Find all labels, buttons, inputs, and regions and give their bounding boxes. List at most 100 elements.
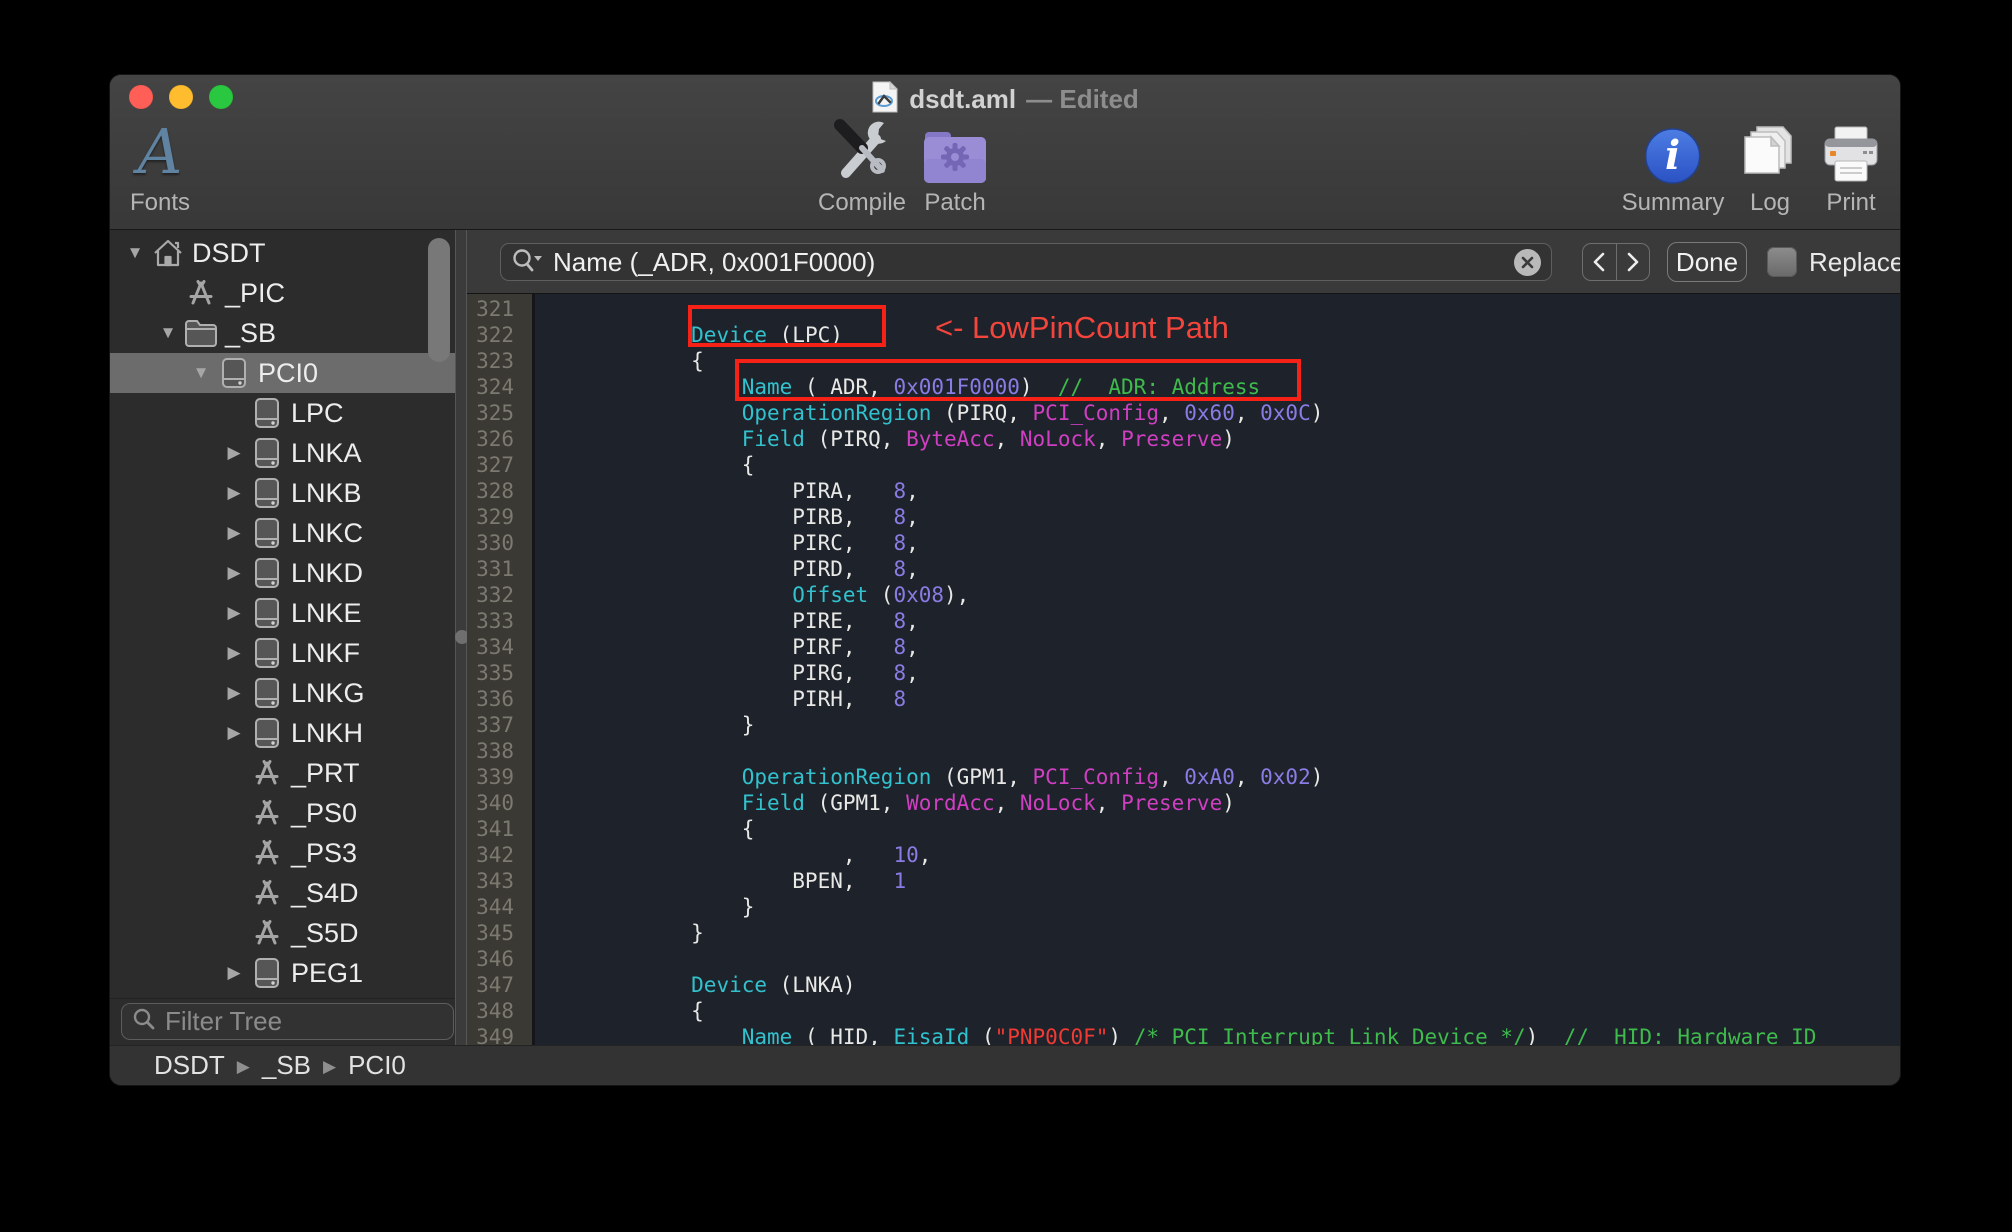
prev-icon[interactable] [1583,244,1617,280]
line-content: Name (_HID, EisaId ("PNP0C0F") /* PCI In… [741,1025,1817,1045]
next-icon[interactable] [1617,244,1650,280]
line-content: PIRC, 8, [590,531,919,555]
line-number: 340 [476,791,514,815]
sidebar-item-lnke[interactable]: ▶ LNKE [110,593,455,633]
sidebar-item-_s5d[interactable]: _S5D [110,913,455,953]
device-icon [249,397,285,429]
line-number: 348 [476,999,514,1023]
done-button[interactable]: Done [1667,242,1747,282]
tree-item-label: LNKG [291,677,365,708]
tree-item-label: LNKD [291,557,364,588]
device-icon [249,597,285,629]
disclosure-closed-icon[interactable]: ▶ [219,963,249,983]
code-line-348: 348 { [467,998,1900,1024]
sidebar-item-_pic[interactable]: _PIC [110,273,455,313]
patch-icon [922,113,988,185]
sidebar-item-peg1[interactable]: ▶ PEG1 [110,953,455,993]
tree-item-label: _PS3 [291,837,358,868]
sidebar-item-lnkh[interactable]: ▶ LNKH [110,713,455,753]
disclosure-closed-icon[interactable]: ▶ [219,643,249,663]
clear-icon[interactable] [1514,248,1541,276]
code-line-326: 326 Field (PIRQ, ByteAcc, NoLock, Preser… [467,426,1900,452]
line-number: 324 [476,375,514,399]
code-line-347: 347 Device (LNKA) [467,972,1900,998]
line-content: } [590,895,755,919]
replace-checkbox[interactable] [1767,247,1797,277]
toolbar-button-patch[interactable]: Patch [922,113,988,217]
disclosure-closed-icon[interactable]: ▶ [219,603,249,623]
sidebar-item-lpc[interactable]: LPC [110,393,455,433]
sidebar-item-dsdt[interactable]: ▼ DSDT [110,233,455,273]
disclosure-open-icon[interactable]: ▼ [120,243,150,263]
toolbar-button-fonts[interactable]: A Fonts [130,113,190,217]
dsdt-tree: ▼ DSDT _PIC ▼ _SB ▼ PCI0 LPC ▶ LNKA ▶ LNKB ▶ LNKC ▶ LNK… [110,230,455,998]
breadcrumb-item-dsdt[interactable]: DSDT [154,1050,225,1081]
toolbar-label: Print [1826,189,1876,216]
line-number: 343 [476,869,514,893]
sidebar-item-lnkb[interactable]: ▶ LNKB [110,473,455,513]
disclosure-closed-icon[interactable]: ▶ [219,683,249,703]
tree-item-label: LNKE [291,597,362,628]
line-content: { [590,999,704,1023]
sidebar-item-lnkd[interactable]: ▶ LNKD [110,553,455,593]
toolbar-button-summary[interactable]: i Summary [1622,113,1724,217]
tree-item-label: PEG1 [291,957,364,988]
line-number: 337 [476,713,514,737]
sidebar-item-_sb[interactable]: ▼ _SB [110,313,455,353]
tree-item-label: _PRT [291,757,360,788]
line-number: 326 [476,427,514,451]
breadcrumb-item-pci0[interactable]: PCI0 [348,1050,406,1081]
tree-item-label: _SB [225,317,277,348]
disclosure-open-icon[interactable]: ▼ [186,363,216,383]
pane-splitter[interactable] [455,230,469,1045]
code-line-343: 343 BPEN, 1 [467,868,1900,894]
line-content: PIRG, 8, [590,661,919,685]
toolbar-button-compile[interactable]: Compile [818,113,906,217]
sidebar-item-_prt[interactable]: _PRT [110,753,455,793]
find-bar: Name (_ADR, 0x001F0000) Done Replace [467,230,1900,294]
line-content: PIRD, 8, [590,557,919,581]
sidebar-item-lnkc[interactable]: ▶ LNKC [110,513,455,553]
method-icon [183,279,219,307]
line-number: 332 [476,583,514,607]
toolbar-label: Log [1749,189,1791,216]
sidebar-item-_ps3[interactable]: _PS3 [110,833,455,873]
code-line-345: 345 } [467,920,1900,946]
filter-tree-input[interactable]: Filter Tree [121,1003,454,1040]
sidebar-item-lnkf[interactable]: ▶ LNKF [110,633,455,673]
sidebar-item-_s4d[interactable]: _S4D [110,873,455,913]
sidebar-item-lnka[interactable]: ▶ LNKA [110,433,455,473]
tree-item-label: LNKA [291,437,362,468]
window-header: dsdt.aml — Edited A Fonts Compile Patch i Sum… [110,75,1900,230]
line-number: 338 [476,739,514,763]
find-query: Name (_ADR, 0x001F0000) [553,246,876,277]
line-number: 328 [476,479,514,503]
toolbar-button-print[interactable]: Print [1819,113,1883,217]
line-content: } [590,713,755,737]
window-title-filename: dsdt.aml [909,83,1017,114]
sidebar: ▼ DSDT _PIC ▼ _SB ▼ PCI0 LPC ▶ LNKA ▶ LNKB ▶ LNKC ▶ LNK… [110,230,455,1045]
toolbar-button-log[interactable]: Log [1739,113,1801,217]
sidebar-scrollbar[interactable] [428,238,450,362]
disclosure-closed-icon[interactable]: ▶ [219,523,249,543]
line-number: 341 [476,817,514,841]
find-input[interactable]: Name (_ADR, 0x001F0000) [500,243,1552,281]
code-line-334: 334 PIRF, 8, [467,634,1900,660]
line-number: 349 [476,1025,514,1045]
device-icon [249,437,285,469]
sidebar-item-pci0[interactable]: ▼ PCI0 [110,353,455,393]
sidebar-item-lnkg[interactable]: ▶ LNKG [110,673,455,713]
disclosure-closed-icon[interactable]: ▶ [219,723,249,743]
line-number: 325 [476,401,514,425]
disclosure-open-icon[interactable]: ▼ [153,323,183,343]
sidebar-item-_ps0[interactable]: _PS0 [110,793,455,833]
code-editor[interactable]: 321 322 Device (LPC) 323 {324 Name (_ADR, … [467,294,1900,1045]
disclosure-closed-icon[interactable]: ▶ [219,563,249,583]
line-number: 336 [476,687,514,711]
code-line-346: 346 [467,946,1900,972]
disclosure-closed-icon[interactable]: ▶ [219,483,249,503]
disclosure-closed-icon[interactable]: ▶ [219,443,249,463]
search-menu-icon[interactable] [511,247,543,278]
code-line-333: 333 PIRE, 8, [467,608,1900,634]
breadcrumb-item-_sb[interactable]: _SB [262,1050,311,1081]
